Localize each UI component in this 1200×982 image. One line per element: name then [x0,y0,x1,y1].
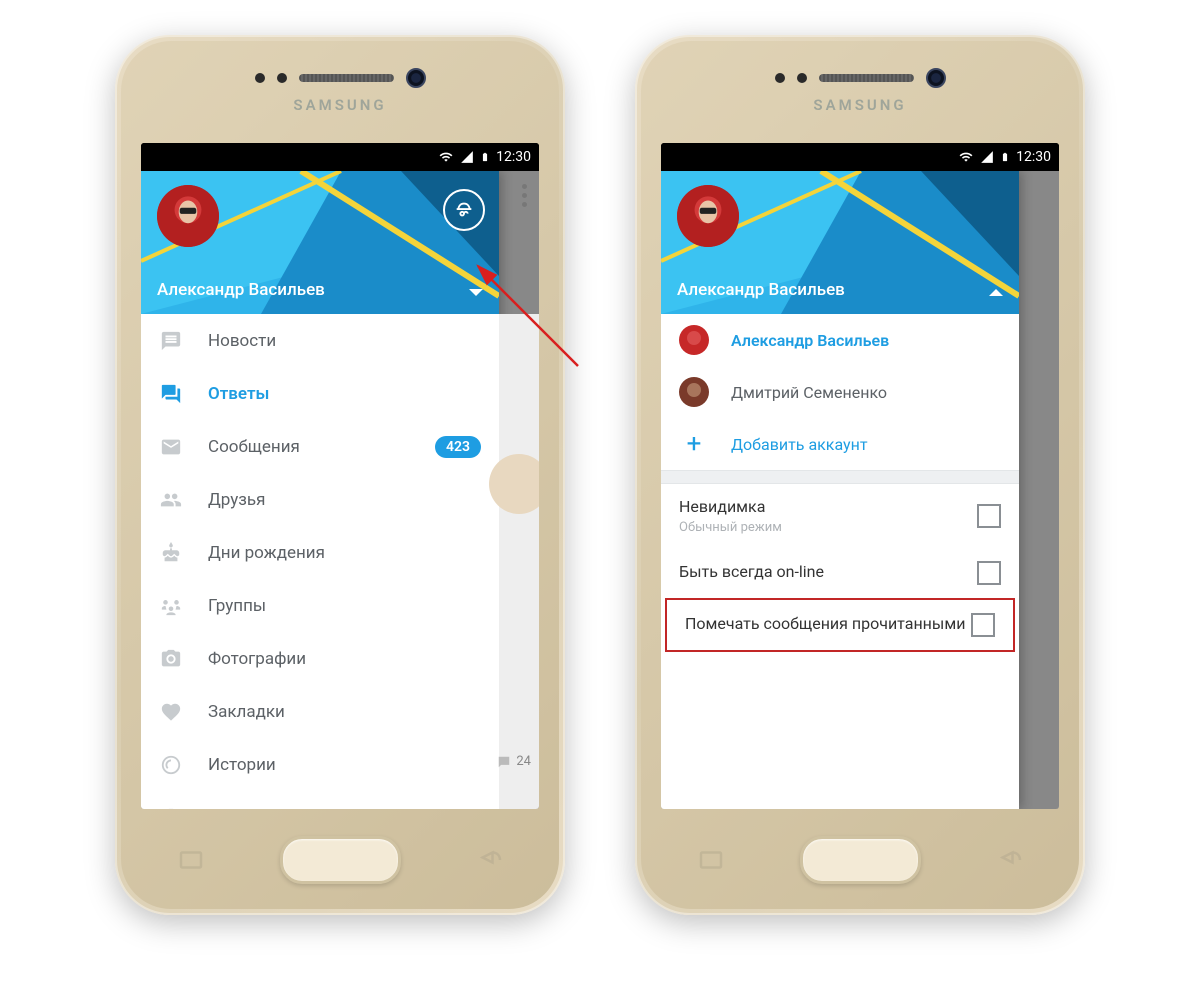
menu-item-news[interactable]: Новости [141,314,499,367]
toggle-title: Невидимка [679,497,977,518]
account-name: Дмитрий Семененко [731,383,887,402]
back-button[interactable] [471,845,509,875]
friends-icon [159,488,183,512]
brand-label: SAMSUNG [813,96,906,114]
camera-icon [159,647,183,671]
toggle-always-online[interactable]: Быть всегда on-line [661,548,1019,598]
drawer-menu: Новости Ответы Сообщения 423 [141,314,499,809]
status-time: 12:30 [1016,149,1051,165]
gear-icon [159,806,183,810]
menu-label: Настройки [208,808,295,810]
recent-apps-button[interactable] [692,845,730,875]
header-username: Александр Васильев [157,280,325,300]
menu-label: Сообщения [208,437,300,457]
plus-icon: + [679,429,709,459]
menu-item-messages[interactable]: Сообщения 423 [141,420,499,473]
phone-body: SAMSUNG 12:30 [121,41,559,909]
account-name: Александр Васильев [731,331,889,350]
news-icon [159,329,183,353]
messages-icon [159,435,183,459]
overflow-menu-icon[interactable] [522,184,527,207]
account-dropdown-icon[interactable] [469,289,483,296]
menu-label: Закладки [208,702,285,722]
account-avatar [679,377,709,407]
home-button[interactable] [280,836,401,884]
account-item-secondary[interactable]: Дмитрий Семененко [661,366,1019,418]
drawer-header[interactable]: Александр Васильев [661,171,1019,314]
signal-icon [980,150,994,164]
avatar[interactable] [157,185,219,247]
toggle-title: Помечать сообщения прочитанными [685,614,971,635]
menu-label: Группы [208,596,266,616]
menu-item-photos[interactable]: Фотографии [141,632,499,685]
stories-icon [159,753,183,777]
bezel-top: SAMSUNG [121,41,559,141]
messages-badge: 423 [435,436,481,458]
peek-count: 24 [497,754,531,769]
account-item-primary[interactable]: Александр Васильев [661,314,1019,366]
drawer-header[interactable]: Александр Васильев [141,171,499,314]
divider [661,470,1019,484]
background-content-peek: 24 [499,314,539,809]
avatar[interactable] [677,185,739,247]
account-panel: Александр Васильев Дмитрий Семененко + Д… [661,314,1019,809]
menu-item-friends[interactable]: Друзья [141,473,499,526]
bezel-bottom [121,811,559,909]
menu-label: Друзья [208,490,265,510]
account-dropdown-icon[interactable] [989,289,1003,296]
status-time: 12:30 [496,149,531,165]
wifi-icon [958,150,974,164]
menu-item-bookmarks[interactable]: Закладки [141,685,499,738]
bezel-top: SAMSUNG [641,41,1079,141]
home-button[interactable] [800,836,921,884]
highlight-callout: Помечать сообщения прочитанными [665,598,1015,652]
menu-label: Новости [208,331,276,351]
back-button[interactable] [991,845,1029,875]
checkbox[interactable] [971,613,995,637]
menu-item-stories[interactable]: Истории [141,738,499,791]
toggle-subtitle: Обычный режим [679,520,977,535]
menu-item-birthdays[interactable]: Дни рождения [141,526,499,579]
toggle-title: Быть всегда on-line [679,562,977,583]
menu-label: Истории [208,755,276,775]
menu-item-settings[interactable]: Настройки [141,791,499,809]
menu-label: Ответы [208,384,269,404]
phone-frame-left: SAMSUNG 12:30 [115,35,565,915]
header-username: Александр Васильев [677,280,845,300]
add-account-button[interactable]: + Добавить аккаунт [661,418,1019,470]
status-bar: 12:30 [661,143,1059,171]
toggle-invisible[interactable]: Невидимка Обычный режим [661,484,1019,548]
menu-label: Фотографии [208,649,306,669]
heart-icon [159,700,183,724]
battery-icon [480,149,490,165]
menu-label: Дни рождения [208,543,325,563]
groups-icon [159,594,183,618]
battery-icon [1000,149,1010,165]
toggle-mark-read[interactable]: Помечать сообщения прочитанными [667,600,1013,650]
brand-label: SAMSUNG [293,96,386,114]
incognito-icon[interactable] [443,189,485,231]
signal-icon [460,150,474,164]
screen-left: 12:30 [141,143,539,809]
status-bar: 12:30 [141,143,539,171]
phone-frame-right: SAMSUNG 12:30 [635,35,1085,915]
recent-apps-button[interactable] [172,845,210,875]
nav-drawer: Александр Васильев Александр Васильев Дм… [661,171,1019,809]
screen-right: 12:30 [661,143,1059,809]
cake-icon [159,541,183,565]
checkbox[interactable] [977,561,1001,585]
nav-drawer: Александр Васильев Новости Ответы [141,171,499,809]
bezel-bottom [641,811,1079,909]
add-account-label: Добавить аккаунт [731,435,868,454]
account-avatar [679,325,709,355]
menu-item-replies[interactable]: Ответы [141,367,499,420]
wifi-icon [438,150,454,164]
phone-body: SAMSUNG 12:30 [641,41,1079,909]
replies-icon [159,382,183,406]
checkbox[interactable] [977,504,1001,528]
menu-item-groups[interactable]: Группы [141,579,499,632]
